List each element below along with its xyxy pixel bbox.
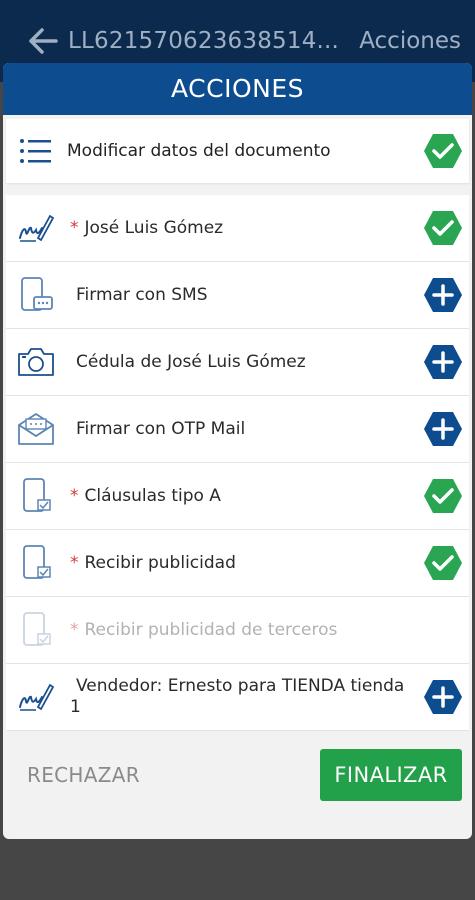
done-check-icon: [423, 210, 463, 246]
done-check-icon: [423, 478, 463, 514]
list-item-advertising[interactable]: * Recibir publicidad: [6, 530, 469, 597]
add-plus-icon[interactable]: [423, 411, 463, 447]
add-plus-icon[interactable]: [423, 679, 463, 715]
list-item-label: * José Luis Gómez: [70, 217, 224, 238]
actions-menu-button[interactable]: Acciones: [359, 28, 461, 54]
back-arrow-icon[interactable]: [28, 28, 68, 54]
list-item-label: Firmar con OTP Mail: [76, 418, 246, 439]
list-item-sms[interactable]: Firmar con SMS: [6, 262, 469, 329]
device-check-icon: [16, 610, 56, 650]
device-check-icon: [16, 476, 56, 516]
camera-icon: [16, 342, 56, 382]
finish-button[interactable]: FINALIZAR: [320, 749, 462, 801]
list-item-id-card[interactable]: Cédula de José Luis Gómez: [6, 329, 469, 396]
device-check-icon: [16, 543, 56, 583]
done-check-icon: [423, 133, 463, 169]
actions-dialog: ACCIONES Modificar datos del documento *…: [3, 63, 472, 839]
list-item-third-party-advertising: * Recibir publicidad de terceros: [6, 597, 469, 664]
modify-document-label: Modificar datos del documento: [67, 141, 331, 161]
list-icon: [19, 136, 53, 166]
list-item-label: * Recibir publicidad: [70, 552, 236, 573]
list-item-clauses[interactable]: * Cláusulas tipo A: [6, 463, 469, 530]
list-item-label: Vendedor: Ernesto para TIENDA tienda 1: [70, 676, 405, 717]
list-item-label: Firmar con SMS: [76, 284, 208, 305]
list-item-label: * Cláusulas tipo A: [70, 485, 221, 506]
signature-icon: [16, 677, 56, 717]
list-item-seller[interactable]: Vendedor: Ernesto para TIENDA tienda 1: [6, 664, 469, 731]
actions-list: * José Luis Gómez Firmar con SMS Cédula …: [6, 195, 469, 731]
dialog-footer: RECHAZAR FINALIZAR: [3, 749, 472, 823]
add-plus-icon[interactable]: [423, 344, 463, 380]
dialog-title: ACCIONES: [3, 63, 472, 115]
list-item-label: * Recibir publicidad de terceros: [70, 619, 338, 640]
list-item-label: Cédula de José Luis Gómez: [76, 351, 306, 372]
document-id-title: LL621570623638514...: [68, 28, 340, 54]
done-check-icon: [423, 545, 463, 581]
modify-document-row[interactable]: Modificar datos del documento: [6, 119, 469, 183]
list-item-signer[interactable]: * José Luis Gómez: [6, 195, 469, 262]
mail-icon: [16, 409, 56, 449]
signature-icon: [16, 208, 56, 248]
add-plus-icon[interactable]: [423, 277, 463, 313]
list-item-otp-mail[interactable]: Firmar con OTP Mail: [6, 396, 469, 463]
phone-sms-icon: [16, 275, 56, 315]
reject-button[interactable]: RECHAZAR: [27, 763, 140, 787]
